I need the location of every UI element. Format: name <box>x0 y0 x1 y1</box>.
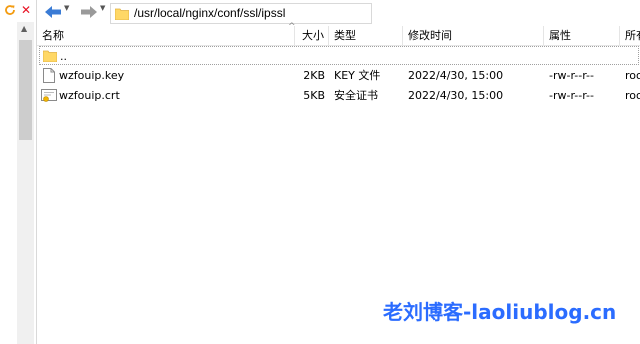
file-modified: 2022/4/30, 15:00 <box>408 69 504 82</box>
watermark: 老刘博客-laoliublog.cn <box>383 300 617 324</box>
file-size: 5KB <box>303 89 325 102</box>
file-attributes: -rw-r--r-- <box>549 69 594 82</box>
forward-arrow-icon[interactable] <box>79 4 99 20</box>
file-name: .. <box>60 50 67 63</box>
scrollbar-thumb[interactable] <box>19 40 32 140</box>
file-size: 2KB <box>303 69 325 82</box>
back-dropdown-icon[interactable]: ▼ <box>64 4 69 12</box>
column-owner[interactable]: 所有 <box>620 26 640 45</box>
vertical-scrollbar[interactable]: ▲ <box>17 22 34 344</box>
address-bar[interactable]: /usr/local/nginx/conf/ssl/ipssl <box>110 3 372 24</box>
column-type[interactable]: 类型 <box>329 26 403 45</box>
file-icon <box>43 68 55 83</box>
back-arrow-icon[interactable] <box>43 4 63 20</box>
forward-dropdown-icon[interactable]: ▼ <box>100 4 105 12</box>
left-pane: ✕ ▲ <box>0 0 37 344</box>
file-name: wzfouip.key <box>59 69 125 82</box>
list-item[interactable]: .. <box>39 46 639 65</box>
column-name[interactable]: 名称 <box>37 26 295 45</box>
refresh-icon[interactable] <box>3 3 17 17</box>
scroll-up-icon[interactable]: ▲ <box>21 24 27 33</box>
column-size[interactable]: 大小 <box>295 26 329 45</box>
address-path: /usr/local/nginx/conf/ssl/ipssl <box>134 6 286 20</box>
folder-icon <box>43 50 57 62</box>
folder-icon <box>115 8 129 20</box>
list-item[interactable]: wzfouip.crt 5KB 安全证书 2022/4/30, 15:00 -r… <box>37 86 640 105</box>
file-attributes: -rw-r--r-- <box>549 89 594 102</box>
certificate-icon <box>41 89 57 102</box>
file-name: wzfouip.crt <box>59 89 120 102</box>
file-type: KEY 文件 <box>334 69 381 82</box>
file-modified: 2022/4/30, 15:00 <box>408 89 504 102</box>
file-type: 安全证书 <box>334 89 378 102</box>
file-owner: roo <box>625 69 640 82</box>
column-header: ^ 名称 大小 类型 修改时间 属性 所有 <box>37 22 640 46</box>
list-item[interactable]: wzfouip.key 2KB KEY 文件 2022/4/30, 15:00 … <box>37 66 640 85</box>
close-icon[interactable]: ✕ <box>21 3 31 17</box>
file-owner: roo <box>625 89 640 102</box>
toolbar: ▼ ▼ /usr/local/nginx/conf/ssl/ipssl <box>37 0 640 27</box>
column-modified[interactable]: 修改时间 <box>403 26 544 45</box>
column-attributes[interactable]: 属性 <box>544 26 620 45</box>
